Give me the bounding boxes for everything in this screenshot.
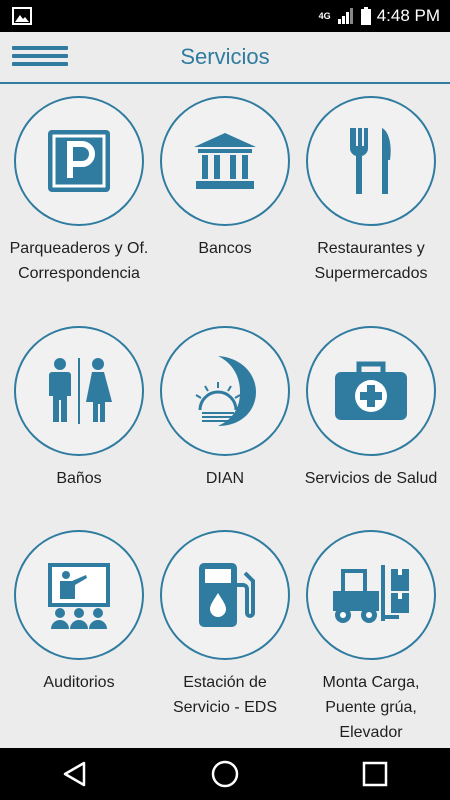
service-circle <box>14 326 144 456</box>
restroom-icon <box>49 358 112 424</box>
fuel-pump-icon <box>199 563 255 627</box>
page-title: Servicios <box>180 44 270 69</box>
service-circle <box>160 326 290 456</box>
header-divider <box>0 82 450 84</box>
app-bar: Servicios <box>0 32 450 84</box>
bank-icon <box>194 133 256 189</box>
service-label: Baños <box>56 470 102 487</box>
dian-logo-icon <box>195 356 256 426</box>
fork-knife-icon <box>349 128 391 194</box>
back-button[interactable] <box>55 754 95 794</box>
service-circle <box>306 326 436 456</box>
service-restaurantes[interactable]: Restaurantes y Supermercados <box>296 96 446 286</box>
presentation-icon <box>48 563 110 629</box>
service-circle <box>160 530 290 660</box>
back-triangle-icon <box>63 761 86 787</box>
system-navigation-bar <box>0 748 450 800</box>
service-eds[interactable]: Estación de Servicio - EDS <box>150 530 300 720</box>
service-parqueaderos[interactable]: Parqueaderos y Of. Correspondencia <box>4 96 154 286</box>
service-bancos[interactable]: Bancos <box>150 96 300 261</box>
service-label: Auditorios <box>43 674 115 691</box>
service-label: Bancos <box>198 240 252 257</box>
clock: 4:48 PM <box>376 6 440 25</box>
recents-button[interactable] <box>355 754 395 794</box>
forklift-icon <box>333 565 409 623</box>
service-label: Estación de Servicio - EDS <box>172 674 278 716</box>
battery-icon <box>360 7 371 25</box>
service-circle <box>160 96 290 226</box>
service-banos[interactable]: Baños <box>4 326 154 491</box>
service-label: Monta Carga, Puente grúa, Elevador <box>322 674 420 741</box>
service-circle <box>306 530 436 660</box>
service-dian[interactable]: DIAN <box>150 326 300 491</box>
network-type: 4G <box>318 11 331 21</box>
service-monta-carga[interactable]: Monta Carga, Puente grúa, Elevador <box>296 530 446 745</box>
image-notification-icon <box>12 7 32 25</box>
signal-icon <box>337 8 353 24</box>
service-auditorios[interactable]: Auditorios <box>4 530 154 695</box>
recents-square-icon <box>362 761 388 787</box>
home-circle-icon <box>211 760 239 788</box>
parking-icon <box>48 130 110 192</box>
service-circle <box>14 96 144 226</box>
service-label: Restaurantes y Supermercados <box>314 240 428 282</box>
service-label: DIAN <box>205 470 245 487</box>
service-label: Parqueaderos y Of. Correspondencia <box>9 240 149 282</box>
service-salud[interactable]: Servicios de Salud <box>296 326 446 491</box>
service-circle <box>306 96 436 226</box>
service-circle <box>14 530 144 660</box>
service-label: Servicios de Salud <box>304 470 438 487</box>
first-aid-kit-icon <box>335 361 407 420</box>
home-button[interactable] <box>205 754 245 794</box>
status-bar: 4G 4:48 PM <box>0 0 450 32</box>
